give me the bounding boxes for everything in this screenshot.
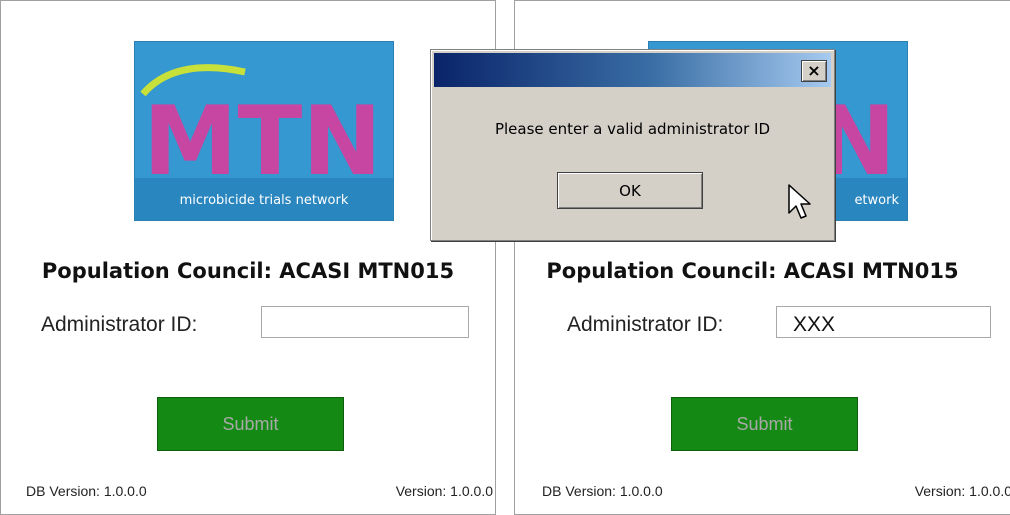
error-dialog: × Please enter a valid administrator ID …	[430, 49, 835, 241]
login-panel-left: MTN microbicide trials network Populatio…	[0, 0, 496, 515]
mtn-logo: MTN microbicide trials network	[134, 41, 394, 221]
admin-id-input[interactable]: XXX	[776, 306, 991, 338]
admin-id-input[interactable]	[261, 306, 469, 338]
db-version-text: DB Version: 1.0.0.0	[26, 483, 147, 499]
submit-button[interactable]: Submit	[671, 397, 858, 451]
submit-button[interactable]: Submit	[157, 397, 344, 451]
admin-id-label: Administrator ID:	[567, 313, 724, 336]
page-title: Population Council: ACASI MTN015	[41, 259, 455, 283]
dialog-titlebar[interactable]: ×	[434, 53, 831, 87]
ok-button[interactable]: OK	[557, 172, 703, 209]
admin-id-label: Administrator ID:	[41, 313, 198, 336]
version-text: Version: 1.0.0.0	[395, 483, 493, 499]
mouse-pointer-icon	[788, 184, 811, 219]
dialog-message: Please enter a valid administrator ID	[494, 120, 771, 138]
close-icon[interactable]: ×	[801, 60, 827, 82]
page-title: Population Council: ACASI MTN015	[546, 259, 959, 283]
db-version-text: DB Version: 1.0.0.0	[542, 483, 663, 499]
logo-tagline: microbicide trials network	[179, 193, 349, 208]
version-text: Version: 1.0.0.0	[914, 483, 1010, 499]
